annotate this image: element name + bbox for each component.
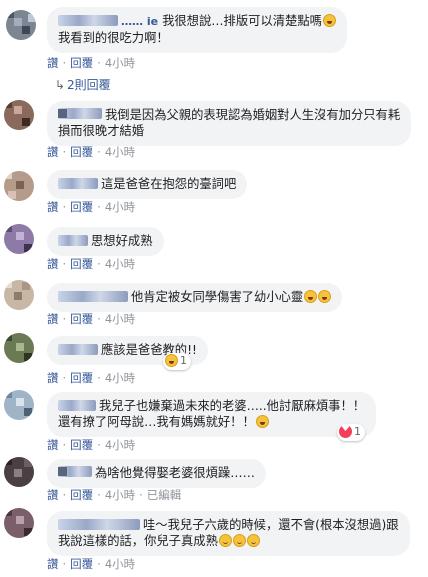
commenter-name-redacted[interactable] [58,178,98,189]
avatar[interactable] [4,224,34,254]
reaction-badge[interactable]: 1 [163,353,191,370]
comment-actions: 讚 · 回覆 · 4小時 [47,257,136,271]
timestamp[interactable]: 4小時 [105,438,135,452]
comment-text: 損而很晚才結婚 [58,124,145,138]
commenter-name-redacted[interactable] [58,344,98,355]
like-link[interactable]: 讚 [47,371,59,385]
like-link[interactable]: 讚 [47,200,59,214]
comment-bubble: …… ie 我很想說…排版可以清楚點嗎 我看到的很吃力啊！ [47,7,347,53]
comment-actions: 讚 · 回覆 · 4小時 [47,145,136,159]
reply-link[interactable]: 回覆 [70,145,93,159]
comment-bubble: 哇～我兒子六歲的時候，還不會(根本沒想過)跟 我說這樣的話，你兒子真成熟 [47,511,410,556]
comment-text: 他肯定被女同學傷害了幼小心靈 [131,290,304,304]
reply-arrow-icon: ↳ [55,78,66,92]
avatar[interactable] [4,171,34,201]
comment-text: 我看到的很吃力啊！ [58,31,169,45]
view-replies-link[interactable]: ↳ 2則回覆 [55,76,111,93]
comment-text: 我倒是因為父親的表現認為婚姻對人生沒有加分只有耗 [105,108,401,122]
avatar[interactable] [4,457,34,487]
comment-text: 我很想說…排版可以清楚點嗎 [162,14,322,28]
like-link[interactable]: 讚 [47,312,59,326]
comment-text: 哇～我兒子六歲的時候，還不會(根本沒想過)跟 [143,518,399,532]
reply-link[interactable]: 回覆 [70,557,93,571]
comment-text: 我兒子也嫌棄過未來的老婆…..他討厭麻煩事！！ [99,399,366,413]
timestamp[interactable]: 4小時 [105,557,135,571]
reply-link[interactable]: 回覆 [70,257,93,271]
laughing-emoji-icon [255,415,269,428]
reply-link[interactable]: 回覆 [70,371,93,385]
replies-count[interactable]: 2則回覆 [67,78,111,92]
laughing-emoji-icon [322,14,336,27]
timestamp[interactable]: 4小時 [105,371,135,385]
timestamp[interactable]: 4小時 [105,56,135,70]
laughing-emoji-icon [304,290,318,303]
like-link[interactable]: 讚 [47,145,59,159]
like-link[interactable]: 讚 [47,438,59,452]
like-link[interactable]: 讚 [47,56,59,70]
comment-actions: 讚 · 回覆 · 4小時 [47,200,136,214]
commenter-name-redacted[interactable] [58,291,128,302]
commenter-name-redacted[interactable] [58,466,92,477]
timestamp[interactable]: 4小時 [105,145,135,159]
avatar[interactable] [4,508,34,538]
comment-bubble: 思想好成熟 [47,227,164,256]
reaction-badge[interactable]: 1 [337,423,365,441]
reply-link[interactable]: 回覆 [70,312,93,326]
commenter-name-redacted[interactable] [58,108,102,119]
reply-link[interactable]: 回覆 [70,56,93,70]
comment-actions: 讚 · 回覆 · 4小時 [47,371,136,385]
comment-text: 還有撩了阿母說…我有媽媽就好！！ [58,415,255,429]
avatar[interactable] [4,100,34,130]
commenter-name-redacted[interactable] [58,400,96,411]
like-link[interactable]: 讚 [47,488,59,502]
avatar[interactable] [4,390,34,420]
comment-bubble: 這是爸爸在抱怨的臺詞吧 [47,170,248,199]
commenter-name-redacted[interactable] [58,15,118,26]
comment-actions: 讚 · 回覆 · 4小時 [47,438,136,452]
comment-actions: 讚 · 回覆 · 4小時 · 已編輯 [47,488,182,502]
comment-text: 我說這樣的話，你兒子真成熟 [58,534,218,548]
comment-actions: 讚 · 回覆 · 4小時 [47,56,136,70]
avatar[interactable] [6,10,36,40]
commenter-name-redacted[interactable] [58,235,88,246]
reply-link[interactable]: 回覆 [70,438,93,452]
avatar[interactable] [4,280,34,310]
comment-text: 這是爸爸在抱怨的臺詞吧 [101,177,237,191]
like-link[interactable]: 讚 [47,257,59,271]
reaction-count: 1 [180,354,187,367]
comment-actions: 讚 · 回覆 · 4小時 [47,312,136,326]
timestamp[interactable]: 4小時 [105,200,135,214]
laughing-emoji-icon [318,290,332,303]
smiling-emoji-icon [246,534,260,547]
commenter-name[interactable]: …… ie [121,15,158,28]
avatar[interactable] [4,333,34,363]
comment-bubble: 他肯定被女同學傷害了幼小心靈 [47,283,343,312]
like-link[interactable]: 讚 [47,557,59,571]
haha-reaction-icon [165,354,178,367]
comment-bubble: 為啥他覺得娶老婆很煩躁…… [47,459,266,488]
timestamp[interactable]: 4小時 [105,257,135,271]
comment-bubble: 我倒是因為父親的表現認為婚姻對人生沒有加分只有耗 損而很晚才結婚 [47,101,412,146]
comment-text: 為啥他覺得娶老婆很煩躁…… [95,466,255,480]
reply-link[interactable]: 回覆 [70,488,93,502]
reaction-count: 1 [354,425,361,438]
reply-link[interactable]: 回覆 [70,200,93,214]
heart-reaction-icon [339,423,352,438]
timestamp[interactable]: 4小時 [105,488,135,502]
smiling-emoji-icon [232,534,246,547]
smiling-emoji-icon [218,534,232,547]
timestamp[interactable]: 4小時 [105,312,135,326]
comment-bubble: 我兒子也嫌棄過未來的老婆…..他討厭麻煩事！！ 還有撩了阿母說…我有媽媽就好！！ [47,392,377,437]
comment-actions: 讚 · 回覆 · 4小時 [47,557,136,571]
commenter-name-redacted[interactable] [58,519,140,530]
comment-text: 思想好成熟 [91,234,153,248]
edited-label[interactable]: 已編輯 [147,488,182,502]
